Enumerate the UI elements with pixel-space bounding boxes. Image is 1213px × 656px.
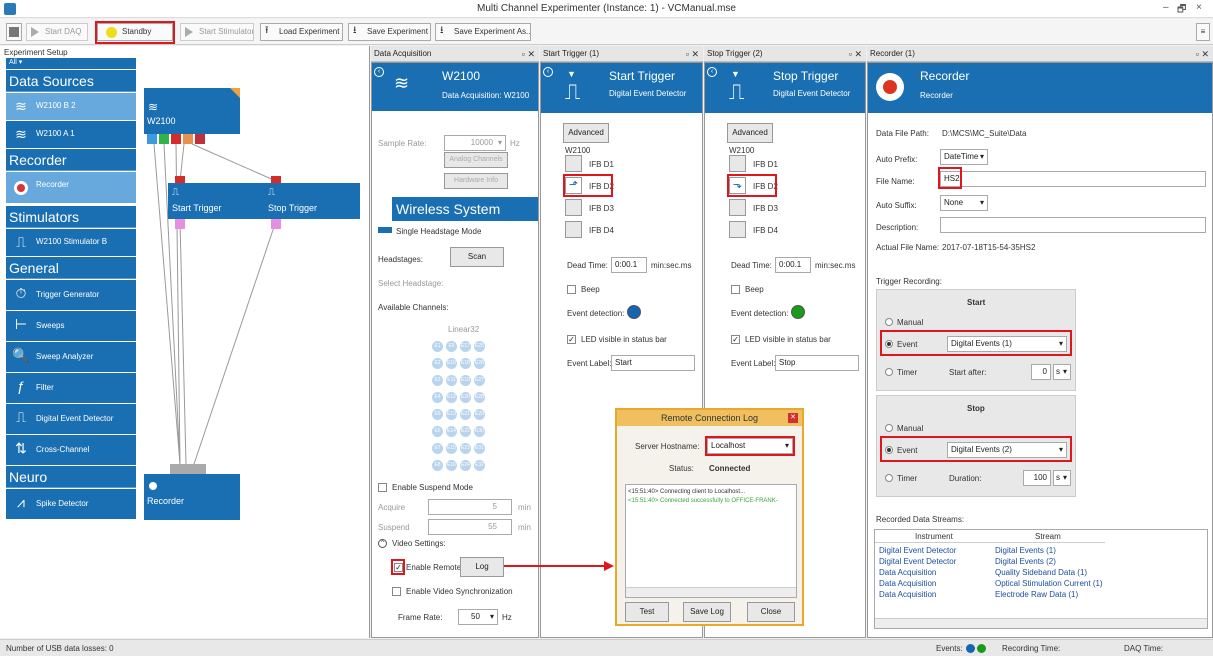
status-bar: Number of USB data losses: 0 Events: Rec…	[0, 639, 1213, 656]
event-led-start	[966, 644, 975, 653]
annotation-arrow	[504, 561, 614, 571]
usb-losses: Number of USB data losses: 0	[6, 644, 114, 653]
event-led-stop	[977, 644, 986, 653]
